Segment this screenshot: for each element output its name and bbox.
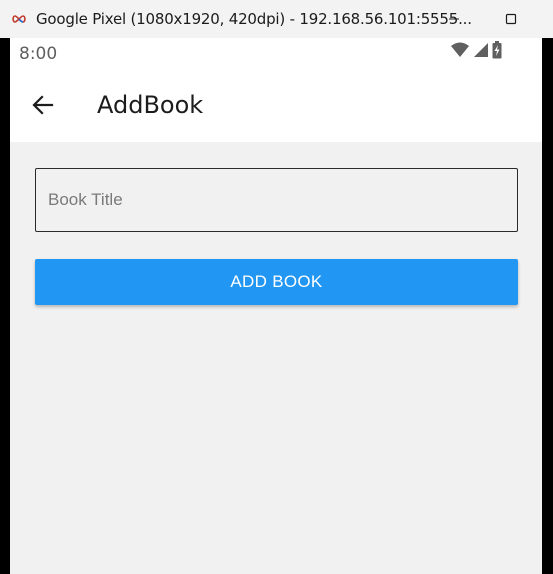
page-title: AddBook (97, 91, 204, 119)
wifi-icon (450, 42, 470, 63)
app-bar: AddBook (10, 72, 542, 142)
status-bar: 8:00 (10, 38, 542, 72)
emulator-frame-right (542, 38, 553, 574)
window-titlebar: Google Pixel (1080x1920, 420dpi) - 192.1… (0, 0, 553, 38)
infinity-icon (11, 12, 27, 26)
arrow-back-icon[interactable] (30, 92, 56, 118)
cellular-signal-icon (473, 42, 489, 63)
add-book-form: ADD BOOK (10, 142, 542, 574)
book-title-input[interactable] (48, 190, 517, 210)
book-title-field[interactable] (35, 168, 518, 232)
window-title: Google Pixel (1080x1920, 420dpi) - 192.1… (36, 10, 472, 28)
add-book-button[interactable]: ADD BOOK (35, 259, 518, 305)
status-time: 8:00 (19, 44, 58, 64)
maximize-icon[interactable] (499, 8, 523, 30)
status-icons (450, 40, 502, 64)
minimize-icon[interactable] (442, 8, 466, 30)
device-screen: 8:00 AddBook Book Title ADD BOOK (10, 38, 542, 574)
battery-charging-icon (492, 40, 502, 64)
emulator-frame-left (0, 38, 10, 574)
